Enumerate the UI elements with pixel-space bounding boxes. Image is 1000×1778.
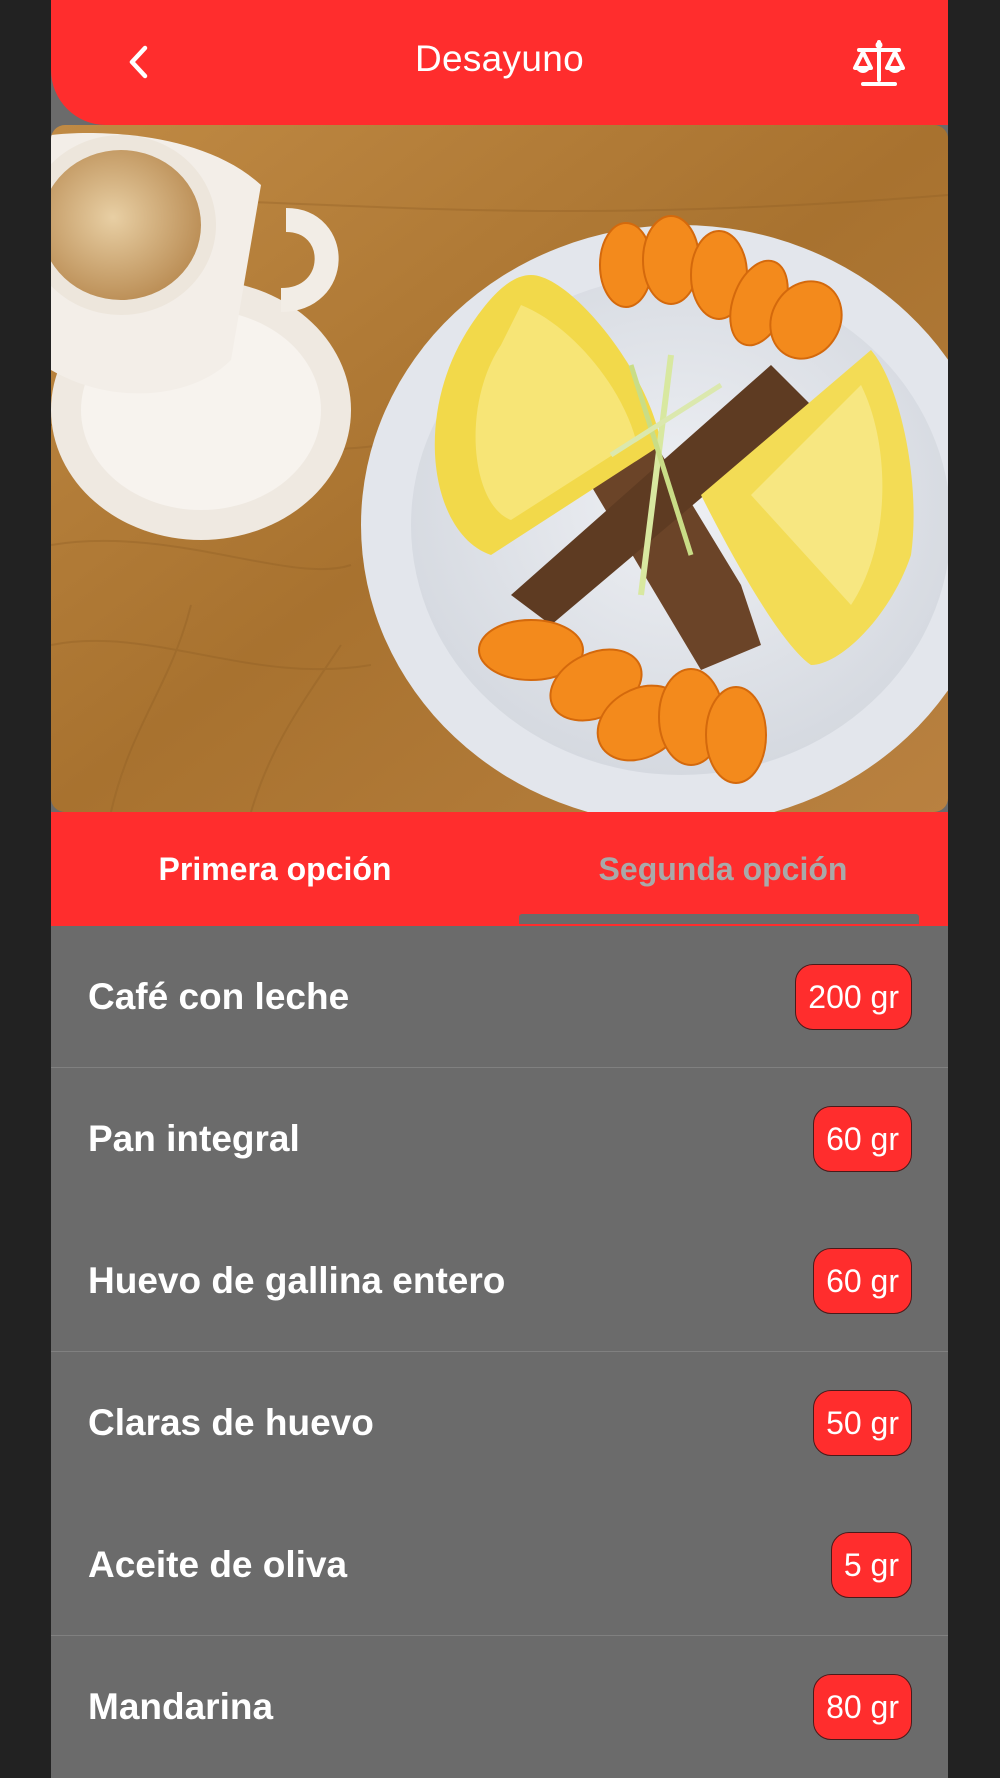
tab-selected-indicator [519, 914, 919, 924]
quantity-badge[interactable]: 200 gr [795, 963, 912, 1030]
meal-photo [51, 125, 948, 812]
quantity-badge[interactable]: 60 gr [813, 1105, 912, 1172]
scale-button[interactable] [851, 38, 907, 90]
item-name: Claras de huevo [88, 1401, 374, 1443]
option-tabs: Primera opción Segunda opción [51, 812, 948, 926]
item-name: Mandarina [88, 1685, 274, 1727]
list-item: Claras de huevo 50 gr [51, 1352, 948, 1494]
page-title: Desayuno [414, 38, 584, 79]
ingredient-list: Café con leche 200 gr Pan integral 60 gr… [51, 926, 948, 1778]
item-name: Aceite de oliva [88, 1543, 348, 1585]
item-name: Pan integral [88, 1117, 300, 1159]
list-item: Mandarina 80 gr [51, 1636, 948, 1778]
list-item: Aceite de oliva 5 gr [51, 1494, 948, 1636]
quantity-badge[interactable]: 5 gr [830, 1531, 912, 1598]
balance-scale-icon [853, 40, 905, 86]
tab-primera-opcion[interactable]: Primera opción [51, 812, 499, 926]
item-name: Huevo de gallina entero [88, 1259, 506, 1301]
quantity-badge[interactable]: 50 gr [813, 1389, 912, 1456]
tab-segunda-opcion[interactable]: Segunda opción [499, 812, 947, 926]
item-name: Café con leche [88, 975, 350, 1017]
list-item: Huevo de gallina entero 60 gr [51, 1210, 948, 1352]
list-item: Pan integral 60 gr [51, 1068, 948, 1210]
list-item: Café con leche 200 gr [51, 926, 948, 1068]
header-bar: Desayuno [51, 0, 948, 125]
app-screen: Desayuno Primera opción Segunda opción C… [51, 0, 948, 1778]
quantity-badge[interactable]: 60 gr [813, 1247, 912, 1314]
quantity-badge[interactable]: 80 gr [813, 1673, 912, 1740]
